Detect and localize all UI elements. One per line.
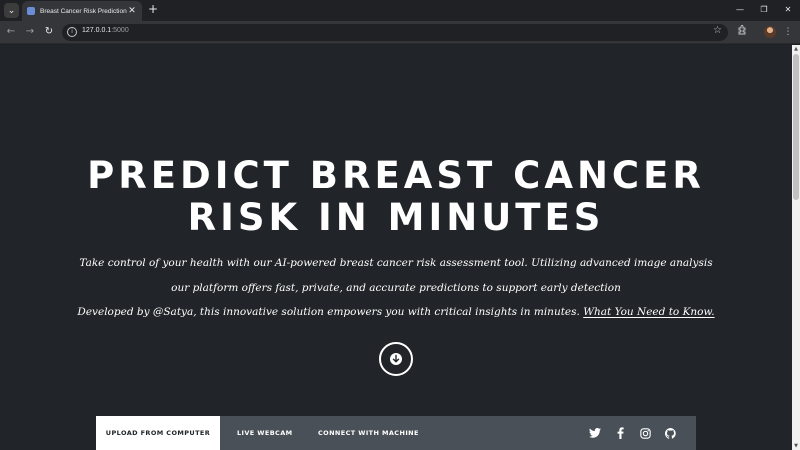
- scroll-down-arrow-icon[interactable]: ▼: [792, 442, 800, 450]
- reload-icon[interactable]: ↻: [42, 25, 56, 39]
- address-bar[interactable]: i 127.0.0.1:5000 ☆: [62, 24, 728, 41]
- github-icon[interactable]: [663, 426, 677, 440]
- hero-title-line-1: PREDICT BREAST CANCER: [87, 154, 705, 197]
- menu-kebab-icon[interactable]: ⋮: [781, 25, 795, 39]
- tab-title: Breast Cancer Risk Prediction: [40, 7, 127, 15]
- hero-title: PREDICT BREAST CANCER RISK IN MINUTES: [0, 155, 792, 239]
- favicon-icon: [27, 7, 35, 15]
- page-scrollbar[interactable]: ▲ ▼: [792, 45, 800, 450]
- what-you-need-to-know-link[interactable]: What You Need to Know.: [583, 306, 714, 318]
- tab-live-webcam[interactable]: LIVE WEBCAM: [237, 416, 293, 450]
- close-window-button[interactable]: ✕: [777, 2, 799, 18]
- forward-icon[interactable]: →: [23, 25, 37, 39]
- bookmark-star-icon[interactable]: ☆: [713, 25, 722, 36]
- tab-connect-with-machine[interactable]: CONNECT WITH MACHINE: [318, 416, 419, 450]
- arrow-down-icon: [390, 353, 402, 365]
- minimize-button[interactable]: —: [729, 2, 751, 18]
- new-tab-button[interactable]: +: [146, 3, 160, 17]
- profile-avatar[interactable]: [764, 26, 776, 38]
- browser-toolbar: ← → ↻ i 127.0.0.1:5000 ☆ ⋮: [0, 21, 800, 44]
- hero-description-line-3: Developed by @Satya, this innovative sol…: [77, 306, 715, 318]
- hero-description-line-2: our platform offers fast, private, and a…: [171, 282, 621, 294]
- hero-title-line-2: RISK IN MINUTES: [187, 196, 605, 239]
- hero-description-line-1: Take control of your health with our AI-…: [79, 257, 713, 269]
- url-text: 127.0.0.1:5000: [82, 27, 129, 34]
- scroll-down-button[interactable]: [379, 342, 413, 376]
- scroll-thumb[interactable]: [793, 54, 799, 200]
- page-viewport: PREDICT BREAST CANCER RISK IN MINUTES Ta…: [0, 45, 792, 450]
- scroll-up-arrow-icon[interactable]: ▲: [792, 45, 800, 53]
- browser-tab[interactable]: Breast Cancer Risk Prediction ✕: [22, 1, 142, 21]
- facebook-icon[interactable]: [613, 426, 627, 440]
- browser-tabstrip: ⌄ Breast Cancer Risk Prediction ✕ + — ❐ …: [0, 0, 800, 21]
- upload-options-bar: UPLOAD FROM COMPUTER LIVE WEBCAM CONNECT…: [96, 416, 696, 450]
- instagram-icon[interactable]: [638, 426, 652, 440]
- tab-close-icon[interactable]: ✕: [127, 6, 137, 16]
- back-icon[interactable]: ←: [4, 25, 18, 39]
- site-info-icon[interactable]: i: [67, 27, 77, 37]
- restore-button[interactable]: ❐: [753, 2, 775, 18]
- tab-search-button[interactable]: ⌄: [4, 3, 19, 18]
- tab-upload-from-computer[interactable]: UPLOAD FROM COMPUTER: [96, 416, 220, 450]
- extensions-icon[interactable]: [735, 25, 749, 39]
- twitter-icon[interactable]: [588, 426, 602, 440]
